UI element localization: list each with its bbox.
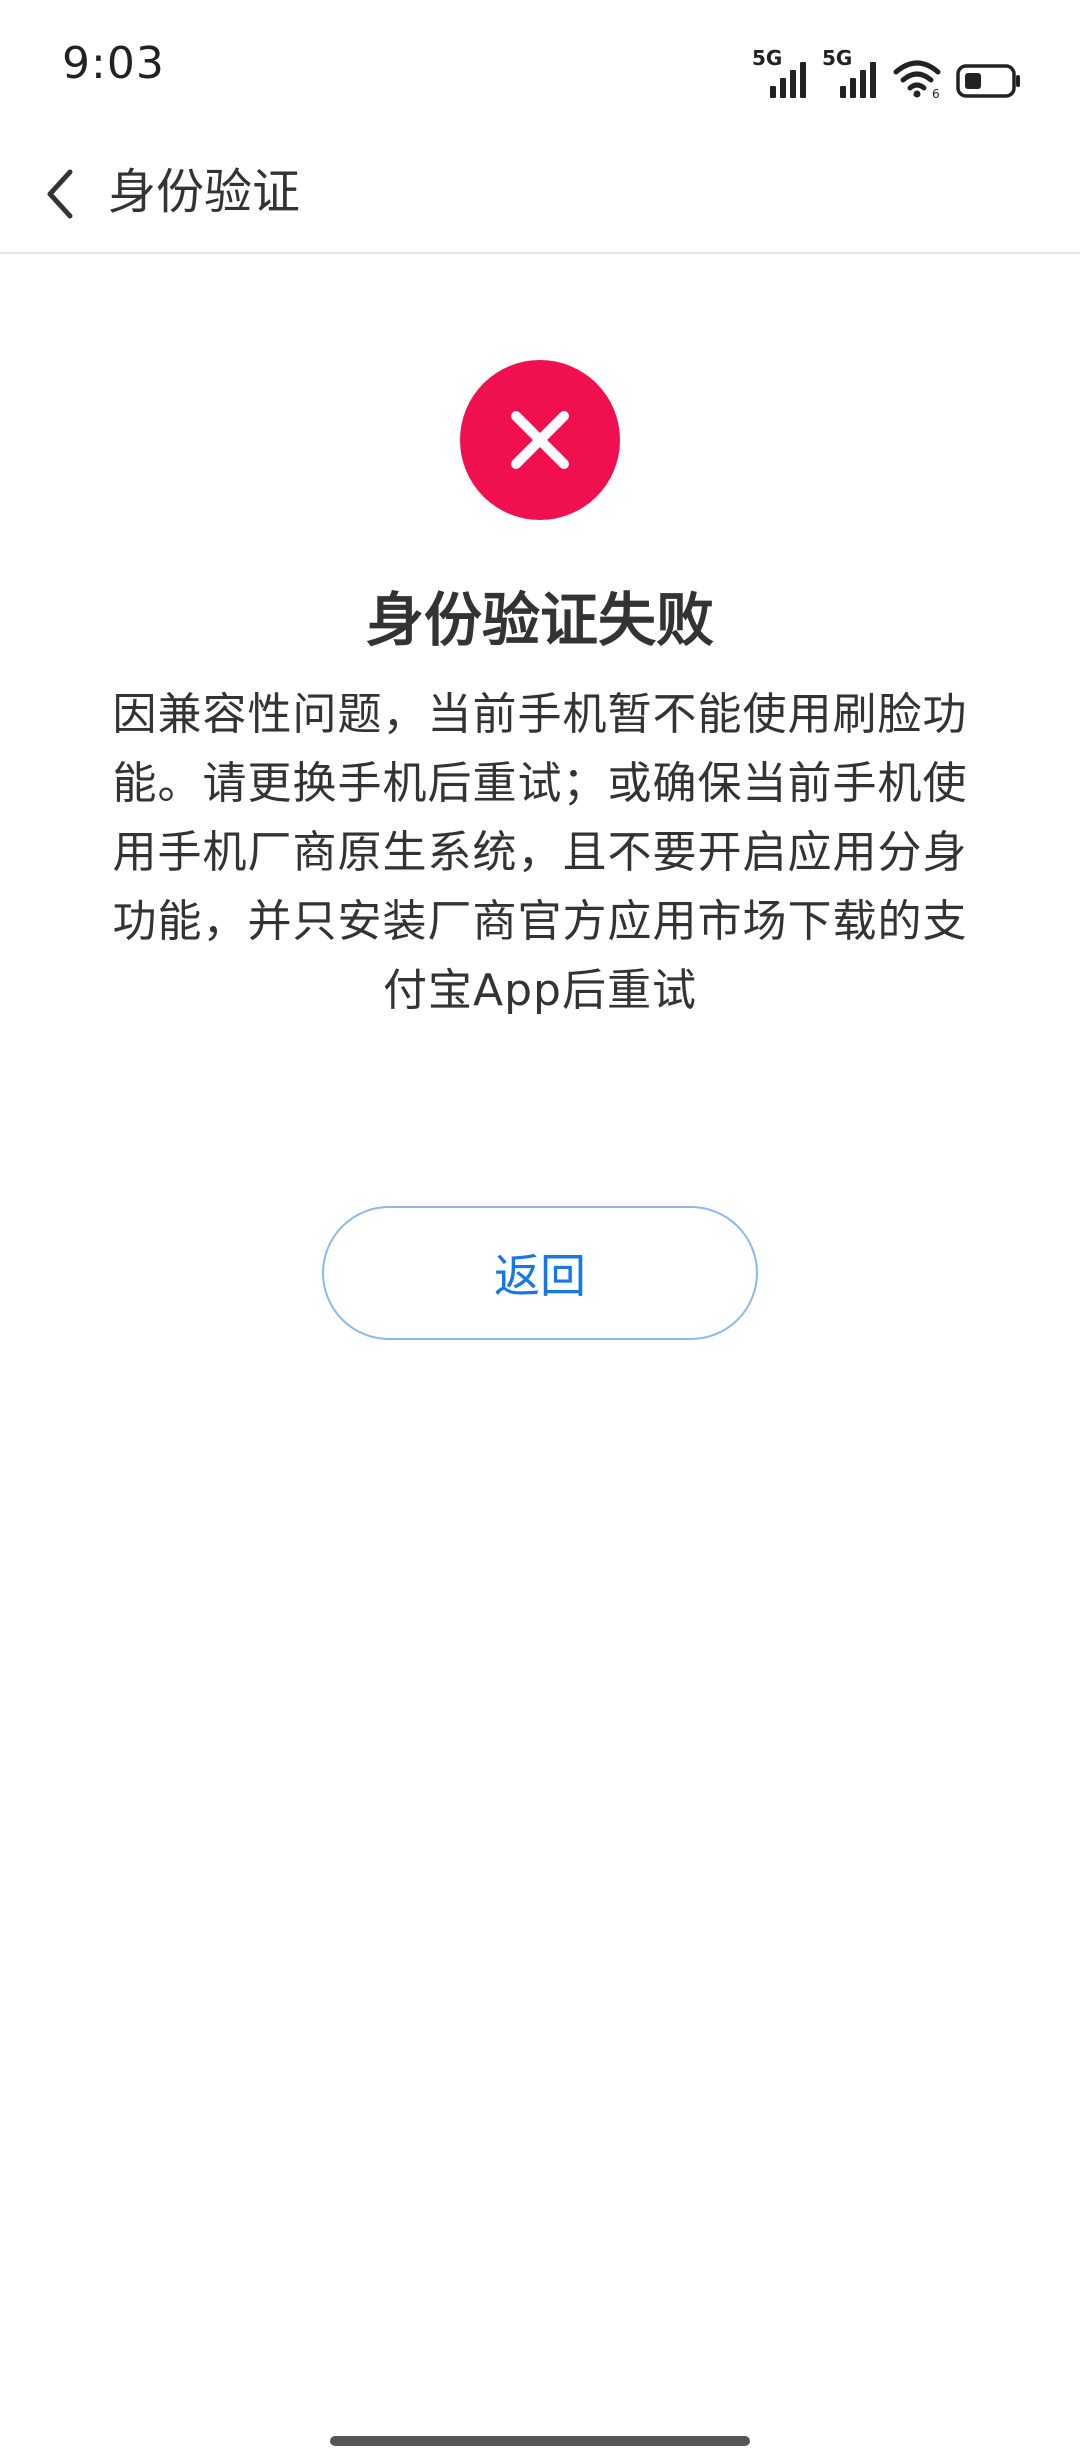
error-badge (460, 360, 620, 520)
result-title: 身份验证失败 (365, 586, 714, 654)
chevron-left-icon (47, 169, 73, 219)
nav-header: 身份验证 (0, 136, 1080, 254)
signal-icon: 5G (822, 46, 878, 98)
result-description: 因兼容性问题，当前手机暂不能使用刷脸功能。请更换手机后重试；或确保当前手机使用手… (112, 689, 968, 1016)
status-icons: 5G 5G 6 (752, 38, 1022, 98)
status-bar: 9:03 5G 5G 6 (0, 0, 1080, 136)
signal-icon: 5G (752, 46, 808, 98)
page-title: 身份验证 (108, 164, 301, 220)
svg-text:6: 6 (932, 87, 940, 98)
return-button[interactable]: 返回 (322, 1206, 758, 1340)
battery-icon (956, 64, 1020, 98)
wifi-icon: 6 (893, 60, 941, 98)
status-time: 9:03 (62, 38, 165, 89)
back-button[interactable] (24, 158, 96, 230)
home-indicator[interactable] (330, 2436, 750, 2446)
close-icon (511, 411, 569, 469)
